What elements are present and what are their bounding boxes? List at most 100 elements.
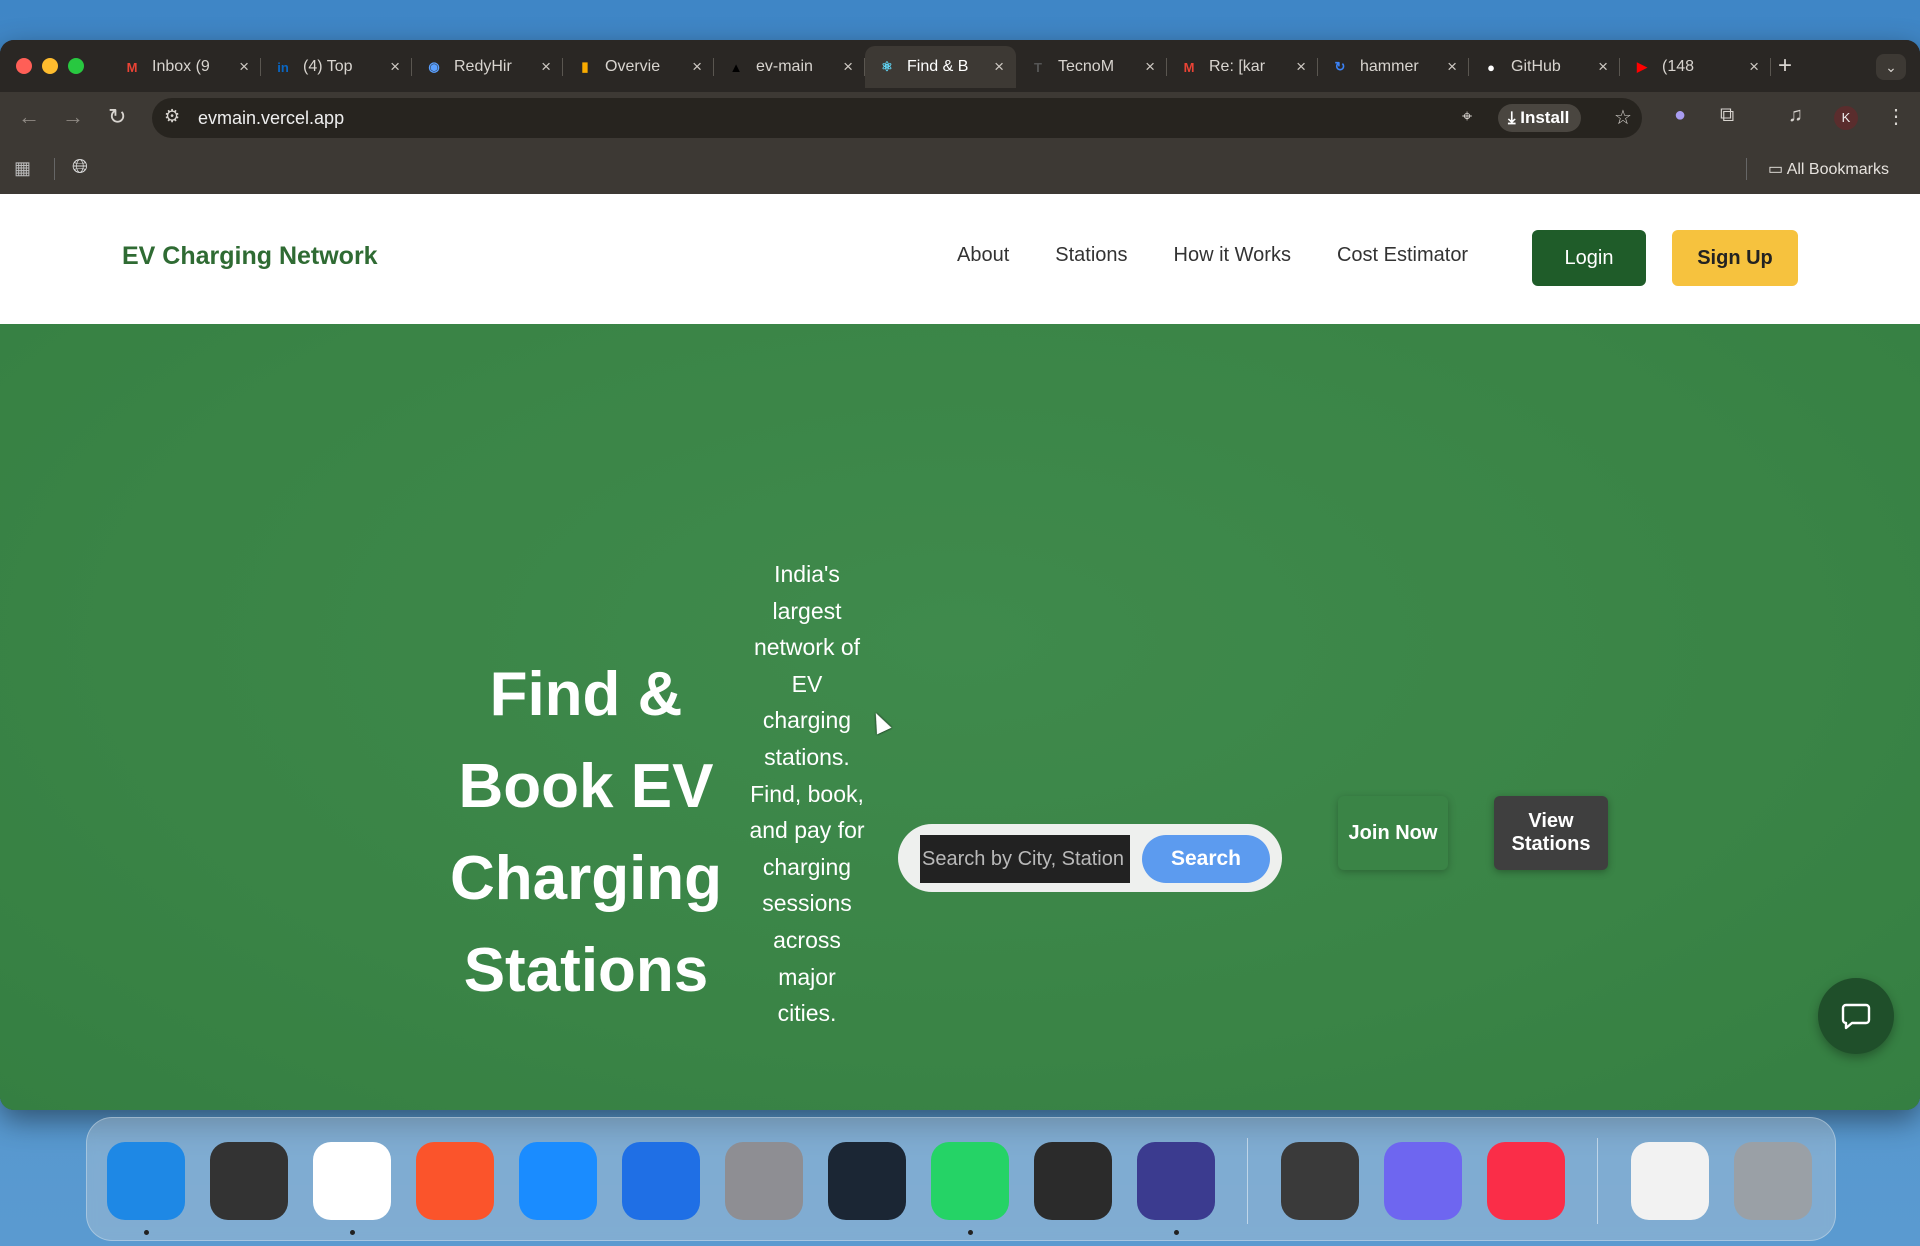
react-icon: ⚛ <box>881 59 893 74</box>
close-tab-icon[interactable]: × <box>541 57 551 77</box>
browser-tab[interactable]: ↻ hammer × <box>1318 46 1469 88</box>
linkedin-icon: in <box>277 59 289 75</box>
browser-tab[interactable]: ◉ RedyHir × <box>412 46 563 88</box>
install-label: Install <box>1520 108 1570 127</box>
tab-title: Find & B <box>907 58 969 75</box>
address-bar[interactable]: ⚙ evmain.vercel.app ⌖ ⤓ Install ☆ <box>152 98 1642 138</box>
back-arrow-icon[interactable]: ← <box>18 104 40 130</box>
hero-title: Find & Book EV Charging Stations <box>449 660 723 1005</box>
arc-browser-icon[interactable] <box>1137 1142 1215 1220</box>
brave-icon[interactable] <box>416 1142 494 1220</box>
system-settings-icon[interactable] <box>725 1142 803 1220</box>
close-window-button[interactable] <box>16 58 32 74</box>
site-settings-icon[interactable]: ⚙ <box>164 106 180 127</box>
close-tab-icon[interactable]: × <box>843 57 853 77</box>
redyhire-icon: ◉ <box>428 59 440 74</box>
tab-search-chevron-icon[interactable]: ⌄ <box>1876 54 1906 80</box>
all-bookmarks-label: All Bookmarks <box>1786 161 1889 178</box>
tab-title: (148 <box>1662 58 1695 75</box>
close-tab-icon[interactable]: × <box>1598 57 1608 77</box>
browser-tab[interactable]: ▮ Overvie × <box>563 46 714 88</box>
location-pin-icon[interactable]: ⌖ <box>1462 106 1472 127</box>
tab-title: GitHub <box>1511 58 1561 75</box>
close-tab-icon[interactable]: × <box>994 57 1004 77</box>
minimize-window-button[interactable] <box>42 58 58 74</box>
analytics-icon: ▮ <box>581 59 589 74</box>
dock-divider <box>1597 1138 1598 1224</box>
search-input[interactable] <box>920 835 1130 883</box>
running-indicator <box>350 1230 355 1235</box>
tabs: M Inbox (9 × in (4) Top × ◉ RedyHir × ▮ Overvie × ▲ e… <box>110 46 1771 88</box>
hammer-icon: ↻ <box>1334 59 1346 74</box>
extensions-puzzle-icon[interactable]: ⧉ <box>1720 104 1734 127</box>
forward-arrow-icon[interactable]: → <box>62 104 84 130</box>
music-icon[interactable] <box>1487 1142 1565 1220</box>
launchpad-icon[interactable] <box>210 1142 288 1220</box>
browser-tab[interactable]: in (4) Top × <box>261 46 412 88</box>
document-icon[interactable] <box>1631 1142 1709 1220</box>
chrome-icon[interactable] <box>313 1142 391 1220</box>
search-button[interactable]: Search <box>1142 835 1270 883</box>
vscode-icon[interactable] <box>828 1142 906 1220</box>
install-icon: ⤓ <box>1508 108 1521 127</box>
close-tab-icon[interactable]: × <box>239 57 249 77</box>
cube-app-icon[interactable] <box>1034 1142 1112 1220</box>
close-tab-icon[interactable]: × <box>1447 57 1457 77</box>
gmail-icon: M <box>1183 59 1195 75</box>
new-tab-button[interactable]: + <box>1778 52 1792 80</box>
reload-icon[interactable]: ↻ <box>108 104 126 130</box>
nav-link-about[interactable]: About <box>957 244 1009 267</box>
finder-icon[interactable] <box>107 1142 185 1220</box>
extension-ghost-icon[interactable]: ● <box>1674 104 1686 127</box>
chat-bubble-icon <box>1841 1003 1871 1030</box>
tab-title: RedyHir <box>454 58 512 75</box>
bookmarks-divider <box>54 158 55 180</box>
tab-separator <box>1770 58 1771 76</box>
app-store-icon[interactable] <box>622 1142 700 1220</box>
globe-icon[interactable]: 🌐︎ <box>72 156 88 179</box>
install-button[interactable]: ⤓ Install <box>1498 104 1582 132</box>
site-nav: About Stations How it Works Cost Estimat… <box>957 244 1514 267</box>
chat-button[interactable] <box>1818 978 1894 1054</box>
site-navbar: EV Charging Network About Stations How i… <box>0 194 1920 324</box>
trash-can-app-icon[interactable] <box>1281 1142 1359 1220</box>
close-tab-icon[interactable]: × <box>692 57 702 77</box>
browser-tab[interactable]: T TecnoM × <box>1016 46 1167 88</box>
site-brand[interactable]: EV Charging Network <box>122 242 378 271</box>
browser-tab[interactable]: M Inbox (9 × <box>110 46 261 88</box>
bookmark-star-icon[interactable]: ☆ <box>1614 105 1632 130</box>
nav-link-how-it-works[interactable]: How it Works <box>1174 244 1291 267</box>
browser-tab[interactable]: ⚛ Find & B × <box>865 46 1016 88</box>
close-tab-icon[interactable]: × <box>390 57 400 77</box>
view-stations-button[interactable]: View Stations <box>1494 796 1608 870</box>
dock-divider <box>1247 1138 1248 1224</box>
browser-tab[interactable]: ▲ ev-main × <box>714 46 865 88</box>
apps-grid-icon[interactable]: ▦ <box>14 158 31 179</box>
browser-tab[interactable]: ▶ (148 × <box>1620 46 1771 88</box>
close-tab-icon[interactable]: × <box>1749 57 1759 77</box>
whatsapp-icon[interactable] <box>931 1142 1009 1220</box>
signup-button[interactable]: Sign Up <box>1672 230 1798 286</box>
close-tab-icon[interactable]: × <box>1145 57 1155 77</box>
tab-title: Inbox (9 <box>152 58 210 75</box>
close-tab-icon[interactable]: × <box>1296 57 1306 77</box>
all-bookmarks-button[interactable]: ▭ All Bookmarks <box>1768 159 1889 179</box>
zoom-window-button[interactable] <box>68 58 84 74</box>
trash-icon[interactable] <box>1734 1142 1812 1220</box>
url-text[interactable]: evmain.vercel.app <box>198 108 344 129</box>
safari-icon[interactable] <box>519 1142 597 1220</box>
media-controls-icon[interactable]: ♫ <box>1788 104 1803 127</box>
kebab-menu-icon[interactable]: ⋮ <box>1886 104 1906 129</box>
nav-link-stations[interactable]: Stations <box>1055 244 1127 267</box>
terminal-ai-icon[interactable] <box>1384 1142 1462 1220</box>
tab-title: ev-main <box>756 58 813 75</box>
nav-link-cost-estimator[interactable]: Cost Estimator <box>1337 244 1468 267</box>
join-now-button[interactable]: Join Now <box>1338 796 1448 870</box>
browser-tab[interactable]: ● GitHub × <box>1469 46 1620 88</box>
browser-tab[interactable]: M Re: [kar × <box>1167 46 1318 88</box>
bookmarks-divider-right <box>1746 158 1747 180</box>
profile-avatar[interactable]: K <box>1834 106 1858 130</box>
login-button[interactable]: Login <box>1532 230 1646 286</box>
macos-dock <box>86 1117 1836 1241</box>
tab-title: hammer <box>1360 58 1419 75</box>
